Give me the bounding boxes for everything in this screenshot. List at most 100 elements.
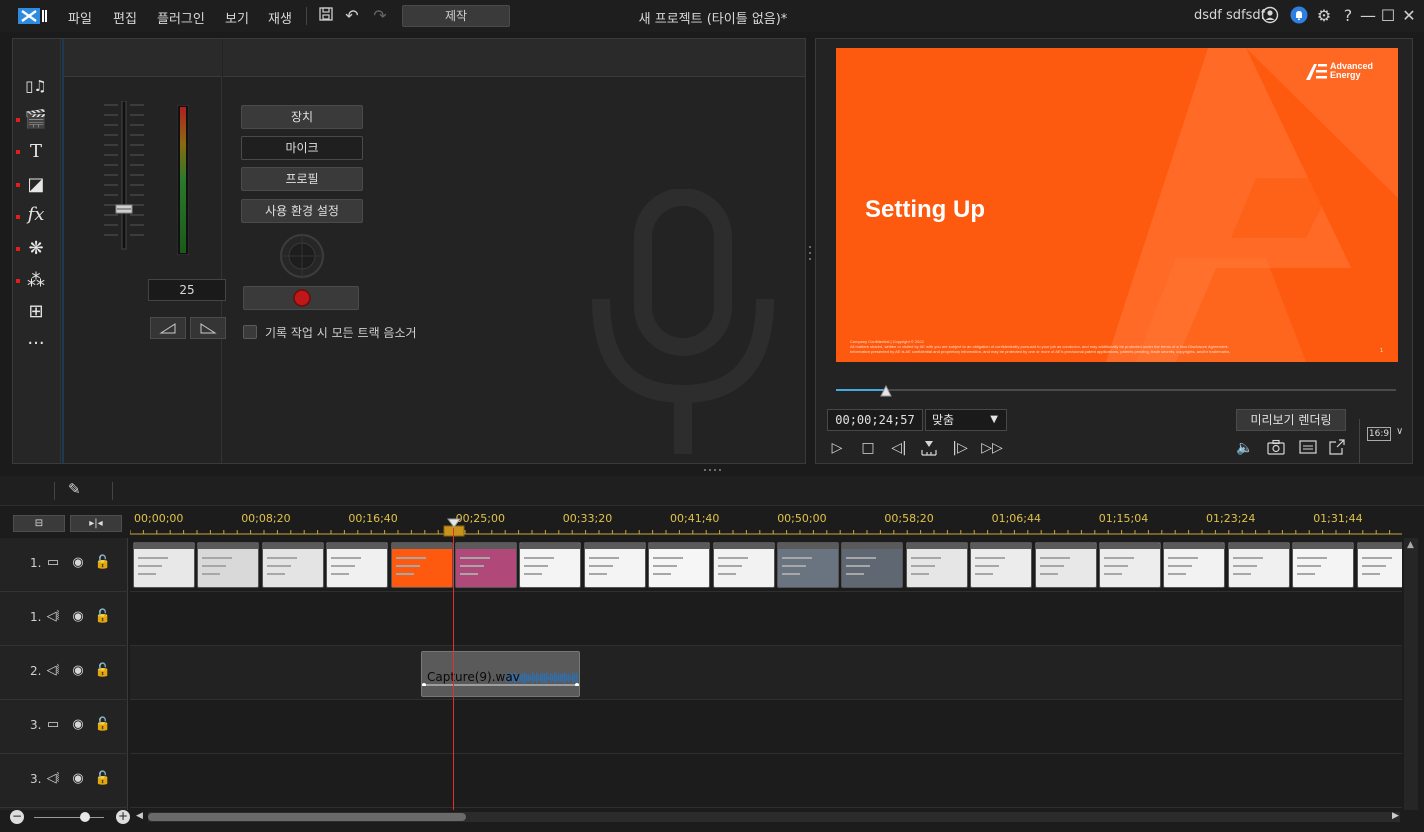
audio-track-2-lane[interactable]: Capture(9).wav — [130, 646, 1402, 700]
save-icon[interactable] — [316, 6, 336, 26]
menu-file[interactable]: 파일 — [68, 8, 92, 27]
snapshot-camera-icon[interactable] — [1265, 439, 1287, 457]
subtitle-room-icon[interactable]: ⊞ — [23, 301, 49, 323]
profile-button[interactable]: 프로필 — [241, 167, 363, 191]
fit-timeline-button[interactable]: ▸|◂ — [70, 515, 122, 532]
undock-preview-icon[interactable] — [1326, 439, 1348, 457]
video-clip-thumbnail[interactable] — [1227, 542, 1290, 588]
track-header-audio[interactable]: 3. ◁⦚ ◉ 🔓 — [0, 754, 128, 808]
video-track-1-lane[interactable] — [130, 538, 1402, 592]
effect-room-icon[interactable]: fx — [23, 204, 49, 226]
lock-icon[interactable]: 🔓 — [94, 608, 112, 626]
volume-value-field[interactable]: 25 — [148, 279, 226, 301]
audio-track-3-lane[interactable] — [130, 754, 1402, 808]
close-icon[interactable]: ✕ — [1399, 6, 1419, 26]
minimize-icon[interactable]: — — [1358, 6, 1378, 26]
video-clip-thumbnail[interactable] — [583, 542, 646, 588]
audio-track-icon[interactable]: ◁⦚ — [44, 608, 62, 626]
track-manager-button[interactable]: ⊟ — [13, 515, 65, 532]
more-rooms-icon[interactable]: ··· — [23, 333, 49, 355]
help-icon[interactable]: ? — [1338, 6, 1358, 26]
video-clip-thumbnail[interactable] — [970, 542, 1033, 588]
video-clip-thumbnail[interactable] — [1034, 542, 1097, 588]
produce-button[interactable]: 제작 — [402, 5, 510, 27]
previous-frame-icon[interactable]: ◁| — [888, 439, 910, 457]
visibility-eye-icon[interactable]: ◉ — [69, 608, 87, 626]
timecode-display[interactable]: 00;00;24;57 — [827, 409, 923, 431]
account-icon[interactable] — [1260, 6, 1280, 26]
video-clip-thumbnail[interactable] — [1292, 542, 1355, 588]
audio-track-icon[interactable]: ◁⦚ — [44, 770, 62, 788]
video-clip-thumbnail[interactable] — [326, 542, 389, 588]
timeline-horizontal-scrollbar[interactable] — [148, 812, 1400, 822]
menu-plugins[interactable]: 플러그인 — [157, 8, 205, 27]
menu-playback[interactable]: 재생 — [268, 8, 292, 27]
fade-out-button[interactable] — [190, 317, 226, 339]
fx-template-room-icon[interactable]: 🎬 — [23, 109, 49, 131]
playhead-handle-icon[interactable] — [442, 517, 466, 539]
audio-clip[interactable]: Capture(9).wav — [421, 651, 580, 697]
preview-frame[interactable]: Advanced Energy Setting Up Company Confi… — [836, 48, 1398, 362]
volume-fader[interactable] — [100, 101, 180, 253]
lock-icon[interactable]: 🔓 — [94, 554, 112, 572]
video-clip-thumbnail[interactable] — [133, 542, 195, 588]
particle-room-icon[interactable]: ⁂ — [23, 270, 49, 292]
video-track-icon[interactable]: ▭ — [44, 554, 62, 572]
track-header-video[interactable]: 1. ▭ ◉ 🔓 — [0, 538, 128, 592]
panel-resize-handle[interactable] — [807, 244, 813, 262]
track-header-audio[interactable]: 1. ◁⦚ ◉ 🔓 — [0, 592, 128, 646]
video-clip-thumbnail[interactable] — [648, 542, 711, 588]
timeline-zoom-slider[interactable] — [34, 817, 104, 818]
scrollbar-thumb[interactable] — [148, 813, 466, 821]
pip-objects-room-icon[interactable]: ❋ — [23, 238, 49, 260]
video-clip-thumbnail[interactable] — [712, 542, 775, 588]
video-clip-thumbnail[interactable] — [519, 542, 582, 588]
visibility-eye-icon[interactable]: ◉ — [69, 716, 87, 734]
subtitles-icon[interactable] — [1297, 439, 1319, 457]
record-button[interactable] — [243, 286, 359, 310]
video-clip-thumbnail[interactable] — [261, 542, 324, 588]
lock-icon[interactable]: 🔓 — [94, 662, 112, 680]
settings-icon[interactable]: ⚙ — [1314, 6, 1334, 26]
track-header-audio[interactable]: 2. ◁⦚ ◉ 🔓 — [0, 646, 128, 700]
redo-icon[interactable]: ↷ — [370, 6, 390, 26]
next-frame-icon[interactable]: |▷ — [949, 439, 971, 457]
video-clip-thumbnail[interactable] — [777, 542, 839, 588]
mark-in-out-icon[interactable] — [918, 439, 940, 457]
preview-seek-bar[interactable] — [836, 384, 1396, 397]
video-clip-thumbnail[interactable] — [905, 542, 968, 588]
fade-in-button[interactable] — [150, 317, 186, 339]
title-room-icon[interactable]: T — [23, 141, 49, 163]
menu-edit[interactable]: 편집 — [113, 8, 137, 27]
volume-icon[interactable]: 🔈 — [1234, 439, 1256, 457]
stop-icon[interactable]: □ — [857, 439, 879, 457]
visibility-eye-icon[interactable]: ◉ — [69, 554, 87, 572]
audio-track-1-lane[interactable] — [130, 592, 1402, 646]
video-clip-thumbnail[interactable] — [455, 542, 517, 588]
mute-all-tracks-checkbox[interactable] — [243, 325, 257, 339]
scroll-up-icon[interactable]: ▲ — [1407, 540, 1414, 550]
menu-view[interactable]: 보기 — [225, 8, 249, 27]
zoom-out-icon[interactable]: − — [10, 810, 24, 824]
timeline-vertical-scrollbar[interactable]: ▲ — [1404, 538, 1418, 810]
zoom-select[interactable]: 맞춤 ▼ — [925, 409, 1007, 431]
video-clip-thumbnail[interactable] — [1163, 542, 1226, 588]
notification-icon[interactable] — [1289, 6, 1309, 26]
chevron-down-icon[interactable]: ∨ — [1396, 426, 1403, 437]
preferences-button[interactable]: 사용 환경 설정 — [241, 199, 363, 223]
video-clip-thumbnail[interactable] — [1099, 542, 1161, 588]
lock-icon[interactable]: 🔓 — [94, 770, 112, 788]
scroll-right-icon[interactable]: ▶ — [1392, 811, 1399, 821]
video-clip-thumbnail[interactable] — [1356, 542, 1402, 588]
visibility-eye-icon[interactable]: ◉ — [69, 770, 87, 788]
panel-resize-handle[interactable] — [702, 467, 724, 473]
timeline-ruler[interactable]: 00;00;00 00;08;20 00;16;40 00;25;00 00;33;20… — [130, 510, 1410, 538]
seek-handle-icon[interactable] — [879, 383, 893, 397]
zoom-in-icon[interactable]: + — [116, 810, 130, 824]
device-button[interactable]: 장치 — [241, 105, 363, 129]
audio-track-icon[interactable]: ◁⦚ — [44, 662, 62, 680]
transition-room-icon[interactable]: ◪ — [23, 174, 49, 196]
scroll-left-icon[interactable]: ◀ — [136, 811, 143, 821]
visibility-eye-icon[interactable]: ◉ — [69, 662, 87, 680]
maximize-icon[interactable]: ☐ — [1378, 6, 1398, 26]
